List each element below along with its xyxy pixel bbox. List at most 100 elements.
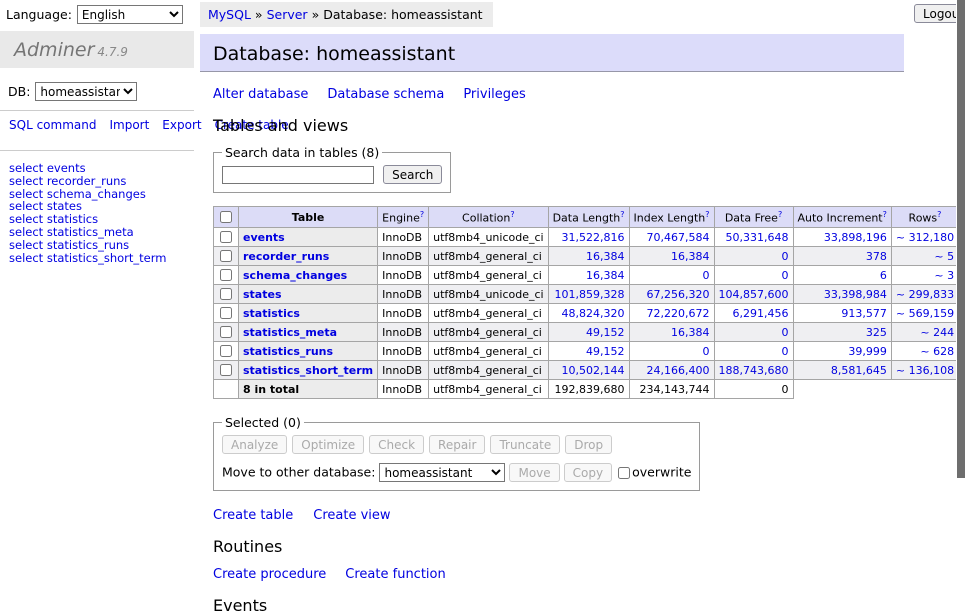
index-length-link[interactable]: 72,220,672: [647, 307, 710, 320]
index-length-link[interactable]: 70,467,584: [647, 231, 710, 244]
page-title: Database: homeassistant: [200, 34, 904, 72]
link-database-schema[interactable]: Database schema: [327, 87, 444, 102]
data-free-link[interactable]: 0: [782, 326, 789, 339]
link-create-function[interactable]: Create function: [345, 567, 445, 582]
index-length-link[interactable]: 0: [703, 269, 710, 282]
scrollbar-thumb[interactable]: [957, 0, 965, 478]
row-checkbox-recorder_runs[interactable]: [220, 250, 232, 262]
search-input[interactable]: [222, 166, 374, 184]
help-link[interactable]: ?: [937, 210, 941, 219]
index-length-link[interactable]: 24,166,400: [647, 364, 710, 377]
create-links: Create table Create view: [213, 508, 904, 523]
db-select[interactable]: homeassistant: [35, 82, 137, 101]
auto-increment-link[interactable]: 378: [866, 250, 887, 263]
rows-count-link[interactable]: ~ 299,833: [896, 288, 954, 301]
data-free-link[interactable]: 0: [782, 250, 789, 263]
table-name-link-recorder_runs[interactable]: recorder_runs: [243, 250, 329, 263]
rows-count-link[interactable]: ~ 136,108: [896, 364, 954, 377]
move-db-select[interactable]: homeassistant: [379, 463, 505, 482]
data-length-link[interactable]: 101,859,328: [555, 288, 625, 301]
table-name-link-statistics_runs[interactable]: statistics_runs: [243, 345, 333, 358]
table-name-link-statistics_short_term[interactable]: statistics_short_term: [243, 364, 373, 377]
data-length-link[interactable]: 16,384: [586, 269, 625, 282]
data-free-link[interactable]: 0: [782, 345, 789, 358]
table-name-link-schema_changes[interactable]: schema_changes: [243, 269, 347, 282]
check-button[interactable]: Check: [369, 435, 424, 454]
overwrite-label[interactable]: overwrite: [632, 465, 691, 480]
index-length-cell: 16,384: [629, 247, 714, 266]
data-length-link[interactable]: 31,522,816: [562, 231, 625, 244]
help-link[interactable]: ?: [620, 210, 624, 219]
truncate-button[interactable]: Truncate: [490, 435, 560, 454]
help-link[interactable]: ?: [883, 210, 887, 219]
analyze-button[interactable]: Analyze: [222, 435, 287, 454]
help-link[interactable]: ?: [705, 210, 709, 219]
table-name-link-events[interactable]: events: [243, 231, 285, 244]
link-create-procedure[interactable]: Create procedure: [213, 567, 326, 582]
data-length-link[interactable]: 48,824,320: [562, 307, 625, 320]
row-checkbox-statistics[interactable]: [220, 307, 232, 319]
table-name-link-statistics[interactable]: statistics: [243, 307, 300, 320]
link-alter-database[interactable]: Alter database: [213, 87, 308, 102]
data-free-link[interactable]: 50,331,648: [726, 231, 789, 244]
row-checkbox-statistics_meta[interactable]: [220, 326, 232, 338]
data-length-link[interactable]: 16,384: [586, 250, 625, 263]
link-create-table[interactable]: Create table: [213, 508, 293, 523]
engine-cell: InnoDB: [378, 323, 429, 342]
move-button[interactable]: Move: [509, 463, 559, 482]
rows-count-link[interactable]: ~ 3: [934, 269, 954, 282]
rows-count-link[interactable]: ~ 628: [920, 345, 954, 358]
auto-increment-link[interactable]: 6: [880, 269, 887, 282]
data-free-link[interactable]: 0: [782, 269, 789, 282]
scrollbar-track[interactable]: [956, 0, 966, 543]
help-link[interactable]: ?: [510, 210, 514, 219]
auto-increment-link[interactable]: 39,999: [848, 345, 887, 358]
table-name-link-states[interactable]: states: [243, 288, 282, 301]
link-create-view[interactable]: Create view: [313, 508, 390, 523]
index-length-link[interactable]: 0: [703, 345, 710, 358]
rows-count-link[interactable]: ~ 244: [920, 326, 954, 339]
table-name-link-statistics_meta[interactable]: statistics_meta: [243, 326, 337, 339]
row-checkbox-statistics_short_term[interactable]: [220, 364, 232, 376]
help-link[interactable]: ?: [778, 210, 782, 219]
link-privileges[interactable]: Privileges: [463, 87, 526, 102]
sidebar-link-export[interactable]: Export: [162, 118, 201, 132]
table-link-statistics_short_term[interactable]: statistics_short_term: [47, 251, 167, 265]
help-link[interactable]: ?: [420, 210, 424, 219]
data-length-link[interactable]: 10,502,144: [562, 364, 625, 377]
app-version[interactable]: 4.7.9: [97, 45, 128, 59]
data-length-link[interactable]: 49,152: [586, 345, 625, 358]
copy-button[interactable]: Copy: [564, 463, 612, 482]
sidebar-links: SQL commandImportExportCreate table: [0, 111, 186, 141]
auto-increment-link[interactable]: 325: [866, 326, 887, 339]
row-checkbox-states[interactable]: [220, 288, 232, 300]
data-free-link[interactable]: 6,291,456: [733, 307, 789, 320]
data-free-link[interactable]: 188,743,680: [719, 364, 789, 377]
data-free-link[interactable]: 104,857,600: [719, 288, 789, 301]
drop-button[interactable]: Drop: [565, 435, 612, 454]
index-length-link[interactable]: 16,384: [671, 326, 710, 339]
repair-button[interactable]: Repair: [429, 435, 485, 454]
rows-count-link[interactable]: ~ 5: [934, 250, 954, 263]
row-checkbox-schema_changes[interactable]: [220, 269, 232, 281]
index-length-link[interactable]: 16,384: [671, 250, 710, 263]
row-checkbox-events[interactable]: [220, 231, 232, 243]
select-link-statistics_short_term[interactable]: select: [9, 251, 43, 265]
auto-increment-link[interactable]: 8,581,645: [831, 364, 887, 377]
index-length-link[interactable]: 67,256,320: [647, 288, 710, 301]
row-checkbox-statistics_runs[interactable]: [220, 345, 232, 357]
data-length-link[interactable]: 49,152: [586, 326, 625, 339]
auto-increment-link[interactable]: 913,577: [841, 307, 887, 320]
breadcrumb-item[interactable]: Server: [267, 7, 308, 22]
rows-count-link[interactable]: ~ 569,159: [896, 307, 954, 320]
overwrite-checkbox[interactable]: [618, 467, 630, 479]
select-all-checkbox[interactable]: [220, 211, 232, 223]
rows-count-link[interactable]: ~ 312,180: [896, 231, 954, 244]
sidebar-link-import[interactable]: Import: [109, 118, 149, 132]
optimize-button[interactable]: Optimize: [292, 435, 364, 454]
auto-increment-link[interactable]: 33,398,984: [824, 288, 887, 301]
search-button[interactable]: Search: [383, 165, 442, 184]
sidebar-link-sql-command[interactable]: SQL command: [9, 118, 96, 132]
breadcrumb-item[interactable]: MySQL: [208, 7, 251, 22]
auto-increment-link[interactable]: 33,898,196: [824, 231, 887, 244]
